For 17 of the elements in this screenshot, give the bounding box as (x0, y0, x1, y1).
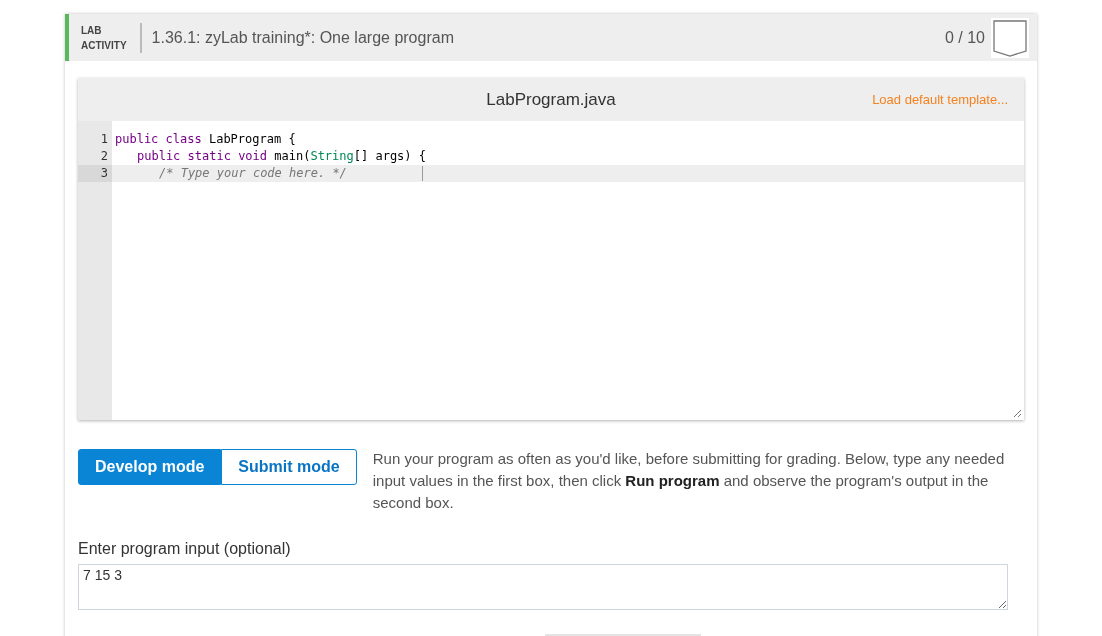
file-name: LabProgram.java (486, 89, 616, 110)
mode-tab[interactable]: Develop mode (78, 449, 222, 485)
instructions-text: Run your program as often as you'd like, before submitting for grading. Below, type any needed input values in the first box, then click Run program and observe the program's output in the second box. (372, 449, 1006, 513)
program-input-field[interactable]: 7 15 3 (78, 564, 1008, 610)
line-number: 3 (78, 165, 112, 182)
code-line: public static void main(String[] args) { (136, 148, 427, 165)
code-line: public class LabProgram { (114, 131, 297, 148)
input-label: Enter program input (optional) (78, 540, 292, 558)
resize-grip-icon[interactable] (1014, 410, 1021, 417)
text-cursor (421, 166, 423, 181)
badge-icon (991, 17, 1029, 58)
score: 0 / 10 (944, 28, 985, 47)
lab-activity-label: LAB ACTIVITY (81, 22, 142, 53)
lab-title: 1.36.1: zyLab training*: One large program (151, 28, 455, 47)
line-number: 2 (99, 148, 109, 165)
mode-tab[interactable]: Submit mode (221, 449, 357, 485)
line-number: 1 (99, 131, 109, 148)
